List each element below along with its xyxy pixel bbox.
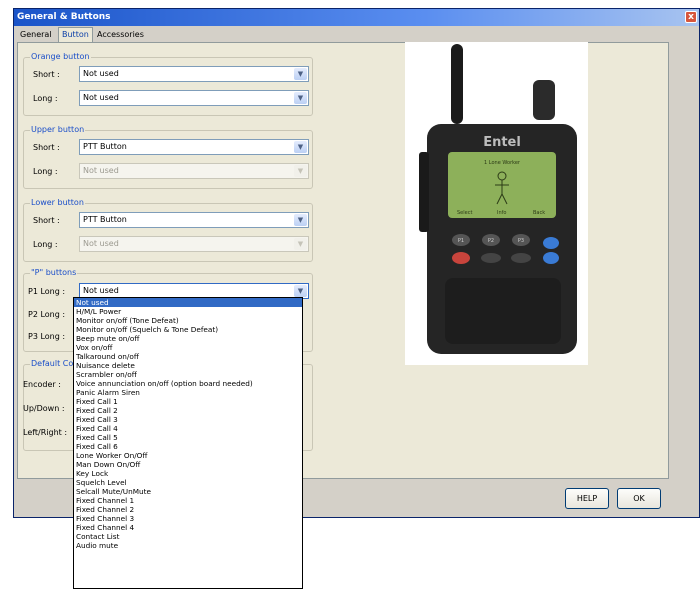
combo-value: Not used: [83, 166, 119, 175]
short-label: Short :: [33, 70, 60, 79]
chevron-down-icon: ▼: [294, 165, 307, 177]
dropdown-option[interactable]: Fixed Channel 4: [74, 523, 302, 532]
p2-long-label: P2 Long :: [28, 310, 66, 319]
dropdown-option[interactable]: Squelch Level: [74, 478, 302, 487]
combo-value: Not used: [83, 93, 119, 102]
key-p2-label: P2: [488, 238, 494, 244]
dropdown-option[interactable]: Key Lock: [74, 469, 302, 478]
p1-long-label: P1 Long :: [28, 287, 66, 296]
orange-short-combo[interactable]: Not used ▼: [79, 66, 309, 82]
chevron-down-icon: ▼: [294, 238, 307, 250]
group-legend: Upper button: [30, 125, 86, 134]
key-red: [452, 252, 470, 264]
p3-long-label: P3 Long :: [28, 332, 66, 341]
short-label: Short :: [33, 143, 60, 152]
tab-general[interactable]: General: [17, 28, 55, 42]
lower-short-combo[interactable]: PTT Button ▼: [79, 212, 309, 228]
short-label: Short :: [33, 216, 60, 225]
lower-long-combo: Not used ▼: [79, 236, 309, 252]
combo-value: Not used: [83, 69, 119, 78]
encoder-label: Encoder :: [23, 380, 61, 389]
long-label: Long :: [33, 167, 58, 176]
dropdown-option[interactable]: Monitor on/off (Tone Defeat): [74, 316, 302, 325]
combo-value: PTT Button: [83, 215, 127, 224]
softkey-mid: Info: [497, 210, 506, 216]
group-legend: "P" buttons: [30, 268, 78, 277]
long-label: Long :: [33, 240, 58, 249]
chevron-down-icon[interactable]: ▼: [294, 285, 307, 297]
dropdown-option[interactable]: Fixed Channel 1: [74, 496, 302, 505]
radio-brand: Entel: [483, 135, 521, 150]
lower-button-group: Lower button Short : PTT Button ▼ Long :…: [23, 198, 313, 262]
tab-accessories-socket[interactable]: Accessories Socket: [94, 28, 147, 53]
dropdown-option[interactable]: Audio mute: [74, 541, 302, 550]
key-blue-down: [543, 252, 559, 264]
updown-label: Up/Down :: [23, 404, 65, 413]
combo-value: PTT Button: [83, 142, 127, 151]
dropdown-option[interactable]: Monitor on/off (Squelch & Tone Defeat): [74, 325, 302, 334]
side-ptt: [419, 152, 429, 232]
ok-button[interactable]: OK: [617, 488, 661, 509]
upper-short-combo[interactable]: PTT Button ▼: [79, 139, 309, 155]
softkey-left: Select: [457, 210, 472, 216]
window-title: General & Buttons: [17, 12, 111, 22]
dropdown-option[interactable]: Vox on/off: [74, 343, 302, 352]
close-icon[interactable]: x: [685, 11, 697, 23]
key-p1-label: P1: [458, 238, 464, 244]
orange-button-group: Orange button Short : Not used ▼ Long : …: [23, 52, 313, 116]
combo-value: Not used: [83, 239, 119, 248]
screen-line: 1 Lone Worker: [484, 160, 521, 166]
key-blue-up: [543, 237, 559, 249]
p1-long-dropdown-list[interactable]: Not used H/M/L Power Monitor on/off (Tone …: [73, 297, 303, 589]
softkey-right: Back: [533, 210, 545, 216]
radio-illustration: Entel 1 Lone Worker Select Info Back P1 …: [419, 44, 577, 354]
dropdown-option[interactable]: Fixed Call 5: [74, 433, 302, 442]
chevron-down-icon[interactable]: ▼: [294, 214, 307, 226]
title-bar[interactable]: General & Buttons x: [14, 9, 699, 26]
dropdown-option[interactable]: Scrambler on/off: [74, 370, 302, 379]
upper-button-group: Upper button Short : PTT Button ▼ Long :…: [23, 125, 313, 189]
dropdown-option[interactable]: Fixed Call 2: [74, 406, 302, 415]
dropdown-option[interactable]: Fixed Channel 3: [74, 514, 302, 523]
dropdown-option[interactable]: Fixed Call 1: [74, 397, 302, 406]
group-legend: Default Con: [30, 359, 80, 368]
dropdown-option[interactable]: Fixed Call 6: [74, 442, 302, 451]
chevron-down-icon[interactable]: ▼: [294, 92, 307, 104]
key-right: [511, 253, 531, 263]
antenna: [451, 44, 463, 124]
group-legend: Orange button: [30, 52, 91, 61]
dropdown-option[interactable]: H/M/L Power: [74, 307, 302, 316]
dropdown-option[interactable]: Selcall Mute/UnMute: [74, 487, 302, 496]
key-left: [481, 253, 501, 263]
tab-button[interactable]: Button: [58, 27, 93, 42]
dropdown-option[interactable]: Voice annunciation on/off (option board …: [74, 379, 302, 388]
dropdown-option[interactable]: Nuisance delete: [74, 361, 302, 370]
orange-long-combo[interactable]: Not used ▼: [79, 90, 309, 106]
dropdown-option[interactable]: Fixed Call 4: [74, 424, 302, 433]
dropdown-option[interactable]: Fixed Call 3: [74, 415, 302, 424]
dropdown-option[interactable]: Panic Alarm Siren: [74, 388, 302, 397]
chevron-down-icon[interactable]: ▼: [294, 141, 307, 153]
group-legend: Lower button: [30, 198, 85, 207]
dropdown-option[interactable]: Man Down On/Off: [74, 460, 302, 469]
combo-value: Not used: [83, 286, 119, 295]
key-p3-label: P3: [518, 238, 524, 244]
speaker-grille: [445, 278, 561, 344]
help-button[interactable]: HELP: [565, 488, 609, 509]
dropdown-option[interactable]: Fixed Channel 2: [74, 505, 302, 514]
long-label: Long :: [33, 94, 58, 103]
chevron-down-icon[interactable]: ▼: [294, 68, 307, 80]
dropdown-option[interactable]: Beep mute on/off: [74, 334, 302, 343]
upper-long-combo: Not used ▼: [79, 163, 309, 179]
dropdown-option[interactable]: Lone Worker On/Off: [74, 451, 302, 460]
dropdown-option[interactable]: Not used: [74, 298, 302, 307]
leftright-label: Left/Right :: [23, 428, 68, 437]
dropdown-option[interactable]: Contact List: [74, 532, 302, 541]
dropdown-option[interactable]: Talkaround on/off: [74, 352, 302, 361]
radio-image: Entel 1 Lone Worker Select Info Back P1 …: [405, 42, 588, 365]
volume-knob: [533, 80, 555, 120]
